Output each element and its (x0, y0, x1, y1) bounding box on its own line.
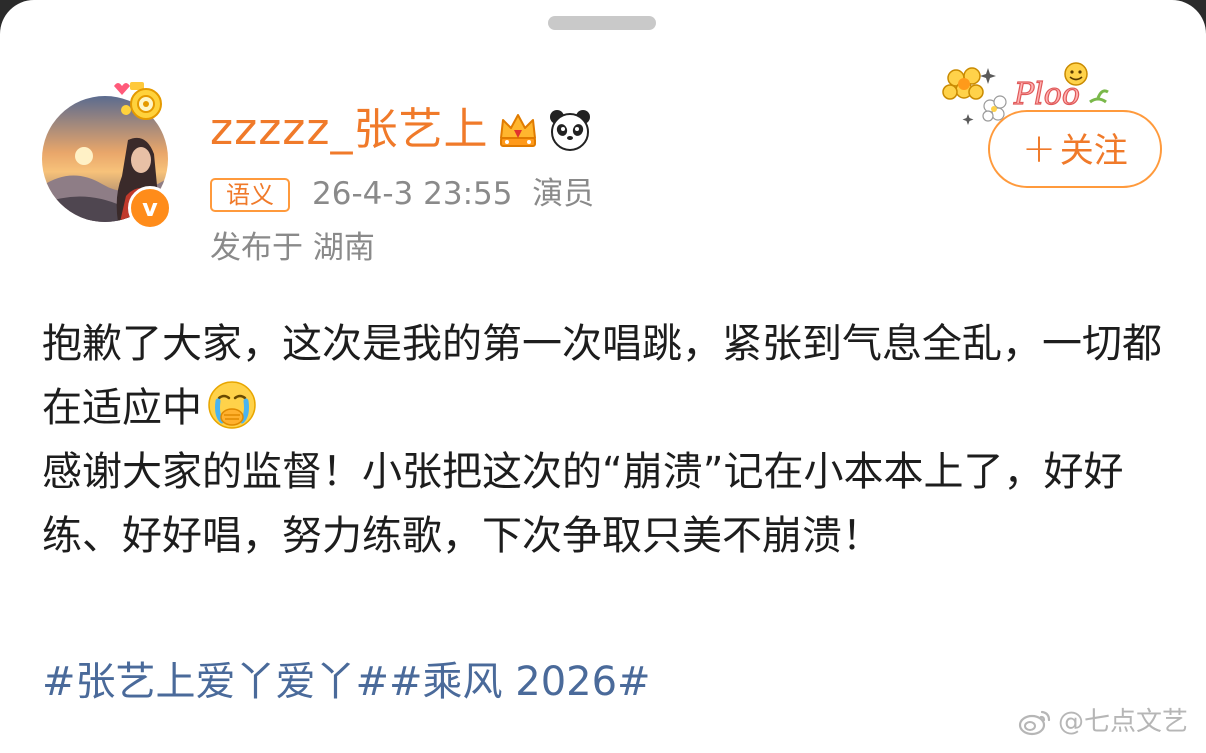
post-location: 发布于 湖南 (210, 230, 375, 266)
watermark: @七点文艺 (1018, 704, 1188, 740)
crown-icon (500, 114, 536, 147)
post-text-2: 感谢大家的监督！小张把这次的“崩溃”记在小本本上了，好好练、好好唱，努力练歌，下… (42, 449, 1124, 559)
crying-face-emoji-icon (208, 381, 256, 429)
username[interactable]: zzzzz_张艺上 (210, 104, 488, 156)
avatar-pendant-icon (114, 82, 162, 120)
user-role: 演员 (532, 176, 595, 212)
post-meta: 26-4-3 23:55 演员 (312, 172, 594, 216)
weibo-logo-icon (1018, 710, 1051, 736)
post-body: 抱歉了大家，这次是我的第一次唱跳，紧张到气息全乱，一切都在适应中 感谢大家的监督… (42, 312, 1172, 568)
hashtag-link[interactable]: #张艺上爱丫爱丫##乘风 2026# (42, 650, 651, 714)
semantic-tag[interactable]: 语义 (210, 178, 290, 212)
plus-icon: + (1022, 126, 1056, 172)
verified-badge: v (128, 186, 172, 230)
post-card: v zzzzz_张艺上 语义 26-4-3 23:55 演员 发布于 湖南 Pl… (0, 0, 1206, 753)
panda-icon (550, 110, 590, 151)
follow-label: 关注 (1059, 131, 1128, 171)
drag-handle[interactable] (548, 16, 656, 30)
watermark-text: @七点文艺 (1058, 707, 1189, 737)
follow-button[interactable]: + 关注 (988, 110, 1162, 188)
post-line-1: 抱歉了大家，这次是我的第一次唱跳，紧张到气息全乱，一切都在适应中 (42, 312, 1172, 440)
timestamp: 26-4-3 23:55 (312, 176, 513, 212)
